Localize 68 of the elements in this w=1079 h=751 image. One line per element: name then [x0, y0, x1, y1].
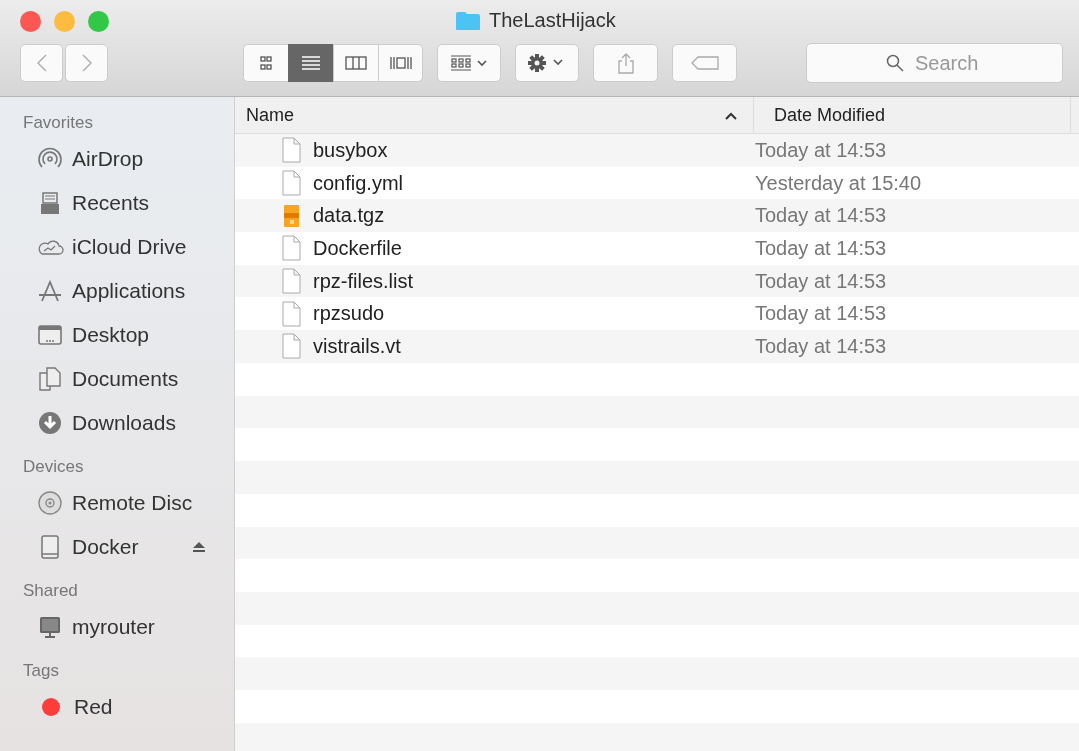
- sidebar-item[interactable]: Red: [0, 685, 234, 729]
- sidebar-item[interactable]: Docker: [0, 525, 234, 569]
- documents-icon: [36, 366, 64, 392]
- arrange-button[interactable]: [437, 44, 501, 82]
- applications-icon: [36, 278, 64, 304]
- action-button[interactable]: [515, 44, 579, 82]
- document-icon: [281, 333, 301, 360]
- search-field[interactable]: Search: [806, 43, 1063, 83]
- document-icon: [281, 137, 301, 164]
- close-button[interactable]: [20, 10, 41, 32]
- file-name[interactable]: busybox: [313, 138, 388, 162]
- sidebar-item[interactable]: AirDrop: [0, 137, 234, 181]
- coverflow-view-button[interactable]: [378, 44, 423, 82]
- eject-icon[interactable]: [192, 541, 206, 553]
- file-name[interactable]: Dockerfile: [313, 236, 402, 260]
- share-button[interactable]: [593, 44, 658, 82]
- date-modified: Today at 14:53: [755, 204, 887, 228]
- sidebar-item[interactable]: Documents: [0, 357, 234, 401]
- archive-icon: [281, 202, 301, 229]
- document-icon: [281, 268, 301, 295]
- columns-icon: [344, 55, 368, 71]
- sidebar-heading: Favorites: [22, 113, 93, 133]
- chevron-left-icon: [35, 53, 48, 73]
- file-name[interactable]: rpzsudo: [313, 302, 385, 326]
- folder-icon: [455, 10, 481, 31]
- column-header[interactable]: Name: [235, 97, 754, 133]
- sidebar-heading: Devices: [22, 457, 84, 477]
- date-modified: Today at 14:53: [755, 302, 887, 326]
- download-icon: [36, 410, 64, 436]
- minimize-button[interactable]: [54, 10, 75, 32]
- cover-flow-icon: [388, 55, 413, 71]
- sidebar-heading: Tags: [22, 661, 59, 681]
- share-icon: [615, 52, 636, 74]
- file-name[interactable]: config.yml: [313, 171, 404, 195]
- sidebar-item[interactable]: Applications: [0, 269, 234, 313]
- zoom-button[interactable]: [88, 10, 109, 32]
- sidebar-heading: Shared: [22, 581, 78, 601]
- tag-button[interactable]: [672, 44, 737, 82]
- disc-icon: [36, 490, 64, 516]
- list-view-button[interactable]: [288, 44, 333, 82]
- date-modified: Today at 14:53: [755, 236, 887, 260]
- sidebar-item[interactable]: Desktop: [0, 313, 234, 357]
- file-name[interactable]: vistrails.vt: [313, 334, 401, 358]
- document-icon: [281, 170, 301, 197]
- tag-icon: [689, 56, 720, 70]
- date-modified: Today at 14:53: [755, 334, 887, 358]
- sidebar-item[interactable]: iCloud Drive: [0, 225, 234, 269]
- document-icon: [281, 235, 301, 262]
- columns-view-button[interactable]: [333, 44, 378, 82]
- icons-view-button[interactable]: [243, 44, 288, 82]
- date-modified: Yesterday at 15:40: [755, 171, 922, 195]
- column-header[interactable]: Date Modified: [754, 97, 1071, 133]
- sidebar-item[interactable]: Recents: [0, 181, 234, 225]
- sidebar-item[interactable]: Downloads: [0, 401, 234, 445]
- chevron-right-icon: [80, 53, 93, 73]
- back-button[interactable]: [20, 44, 63, 82]
- desktop-icon: [36, 322, 64, 348]
- date-modified: Today at 14:53: [755, 269, 887, 293]
- file-name[interactable]: rpz-files.list: [313, 269, 413, 293]
- sidebar-item[interactable]: Remote Disc: [0, 481, 234, 525]
- grid-dropdown-icon: [449, 54, 489, 72]
- date-modified: Today at 14:53: [755, 138, 887, 162]
- file-name[interactable]: data.tgz: [313, 204, 385, 228]
- forward-button[interactable]: [65, 44, 108, 82]
- sidebar-item[interactable]: myrouter: [0, 605, 234, 649]
- window-title: TheLastHijack: [489, 9, 616, 32]
- list-icon: [299, 55, 323, 71]
- document-icon: [281, 300, 301, 327]
